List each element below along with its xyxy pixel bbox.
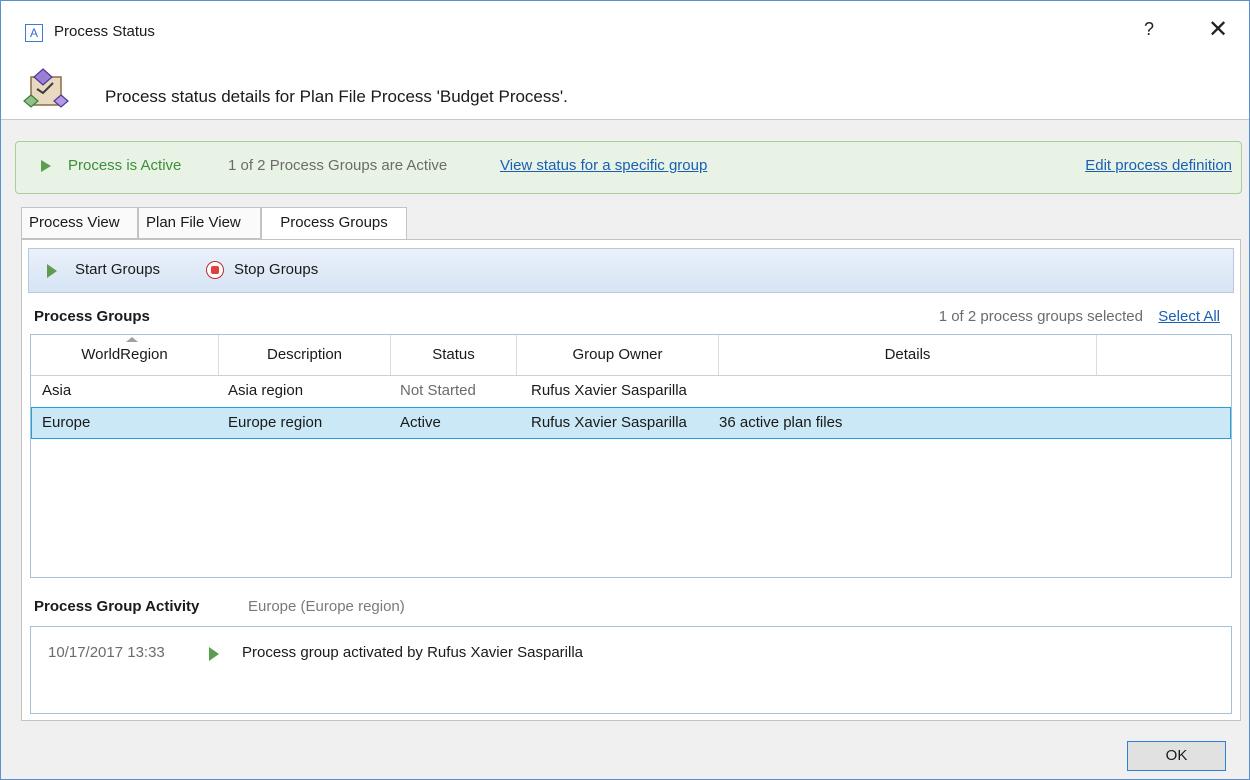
activity-log: 10/17/2017 13:33 Process group activated… [30,626,1232,714]
ok-button[interactable]: OK [1127,741,1226,771]
edit-process-definition-link[interactable]: Edit process definition [1085,157,1232,174]
sort-ascending-icon [126,337,138,342]
cell-details: 36 active plan files [719,414,843,431]
view-group-status-link[interactable]: View status for a specific group [500,157,707,174]
start-groups-label: Start Groups [75,261,161,278]
activity-title: Process Group Activity [34,598,200,615]
column-header-details[interactable]: Details [719,335,1097,375]
window-title: Process Status [54,23,155,40]
column-header-label: WorldRegion [81,346,168,363]
cell-region: Asia [42,382,72,399]
start-groups-button[interactable]: Start Groups [47,261,160,278]
header-description: Process status details for Plan File Pro… [105,87,568,106]
column-header-worldregion[interactable]: WorldRegion [31,335,219,375]
close-button[interactable]: ✕ [1208,15,1228,44]
cell-description: Asia region [228,382,304,399]
process-groups-table: WorldRegion Description Status Group Own… [30,334,1232,578]
play-icon [209,647,219,661]
activity-timestamp: 10/17/2017 13:33 [48,644,165,661]
cell-owner: Rufus Xavier Sasparilla [531,382,687,399]
process-groups-panel: Start Groups Stop Groups Process Groups … [21,239,1241,721]
column-header-group-owner[interactable]: Group Owner [517,335,719,375]
cell-status: Active [400,414,441,431]
tab-process-groups[interactable]: Process Groups [261,207,407,240]
column-header-status[interactable]: Status [391,335,517,375]
process-status-dialog: A Process Status ? ✕ Process status deta… [0,0,1250,780]
cell-description: Europe region [228,414,323,431]
table-row-selected[interactable]: Europe Europe region Active Rufus Xavier… [31,407,1231,439]
column-header-description[interactable]: Description [219,335,391,375]
activity-subtitle: Europe (Europe region) [248,598,405,615]
activity-message: Process group activated by Rufus Xavier … [242,644,584,661]
title-bar: A Process Status ? ✕ Process status deta… [1,1,1249,119]
play-icon [47,264,57,278]
tab-plan-file-view[interactable]: Plan File View [138,207,261,239]
select-all-link[interactable]: Select All [1158,308,1220,325]
tab-process-view[interactable]: Process View [21,207,138,239]
process-diagram-icon [23,68,69,108]
cell-owner: Rufus Xavier Sasparilla [531,414,687,431]
app-logo-icon: A [25,24,43,42]
table-row[interactable]: Asia Asia region Not Started Rufus Xavie… [31,375,1231,407]
table-header: WorldRegion Description Status Group Own… [31,335,1231,376]
selection-count: 1 of 2 process groups selected [938,308,1143,325]
stop-groups-button[interactable]: Stop Groups [206,261,319,279]
process-status-text: Process is Active [68,157,182,174]
play-icon [41,160,51,172]
groups-active-count: 1 of 2 Process Groups are Active [228,157,448,174]
help-button[interactable]: ? [1144,19,1154,40]
process-status-banner: Process is Active 1 of 2 Process Groups … [15,141,1242,194]
cell-status: Not Started [400,382,476,399]
process-groups-title: Process Groups [34,308,150,325]
header-divider [1,119,1249,120]
stop-icon [206,261,224,279]
groups-toolbar: Start Groups Stop Groups [28,248,1234,293]
stop-groups-label: Stop Groups [234,261,319,278]
cell-region: Europe [42,414,91,431]
